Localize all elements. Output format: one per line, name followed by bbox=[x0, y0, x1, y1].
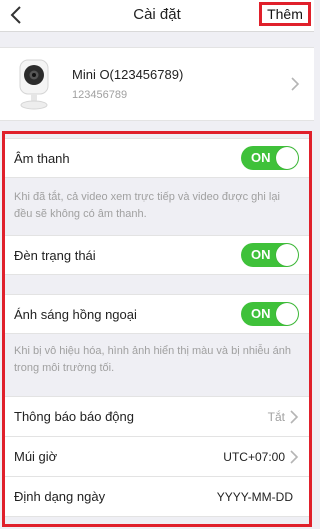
infrared-toggle[interactable]: ON bbox=[241, 302, 299, 326]
sound-toggle[interactable]: ON bbox=[241, 146, 299, 170]
chevron-right-icon bbox=[291, 77, 300, 91]
toggle-knob bbox=[276, 147, 298, 169]
camera-icon bbox=[19, 59, 49, 110]
setting-row-timezone[interactable]: Múi giờ UTC+07:00 bbox=[5, 436, 309, 477]
setting-row-date-format[interactable]: Định dạng ngày YYYY-MM-DD bbox=[5, 476, 309, 517]
setting-row-alarm-notification[interactable]: Thông báo báo động Tắt bbox=[5, 396, 309, 437]
device-card[interactable]: Mini O(123456789) 123456789 bbox=[0, 47, 314, 121]
toggle-knob bbox=[276, 244, 298, 266]
sound-description: Khi đã tắt, cả video xem trực tiếp và vi… bbox=[14, 191, 280, 220]
add-button[interactable]: Thêm bbox=[259, 2, 311, 26]
device-serial: 123456789 bbox=[72, 89, 128, 101]
settings-section: Âm thanh ON Khi đã tắt, cả video xem trự… bbox=[2, 131, 312, 527]
timezone-label: Múi giờ bbox=[14, 449, 58, 464]
sound-label: Âm thanh bbox=[14, 151, 70, 166]
toggle-knob bbox=[276, 303, 298, 325]
chevron-right-icon bbox=[290, 410, 299, 424]
status-light-toggle[interactable]: ON bbox=[241, 243, 299, 267]
setting-row-infrared: Ánh sáng hồng ngoại ON bbox=[5, 294, 309, 334]
date-format-label: Định dạng ngày bbox=[14, 489, 106, 504]
device-name: Mini O(123456789) bbox=[72, 67, 184, 82]
timezone-value: UTC+07:00 bbox=[223, 450, 285, 464]
nav-bar: Cài đặt Thêm bbox=[0, 0, 314, 32]
status-light-label: Đèn trạng thái bbox=[14, 248, 96, 263]
infrared-toggle-text: ON bbox=[251, 306, 271, 321]
alarm-notification-value: Tắt bbox=[267, 410, 285, 424]
infrared-label: Ánh sáng hồng ngoại bbox=[14, 307, 137, 322]
setting-row-status-light: Đèn trạng thái ON bbox=[5, 235, 309, 275]
sound-toggle-text: ON bbox=[251, 150, 271, 165]
date-format-value: YYYY-MM-DD bbox=[216, 490, 293, 504]
setting-row-sound: Âm thanh ON bbox=[5, 138, 309, 178]
status-light-toggle-text: ON bbox=[251, 247, 271, 262]
chevron-right-icon bbox=[290, 450, 299, 464]
infrared-description: Khi bị vô hiệu hóa, hình ảnh hiển thị mà… bbox=[14, 345, 292, 374]
alarm-notification-label: Thông báo báo động bbox=[14, 409, 134, 424]
